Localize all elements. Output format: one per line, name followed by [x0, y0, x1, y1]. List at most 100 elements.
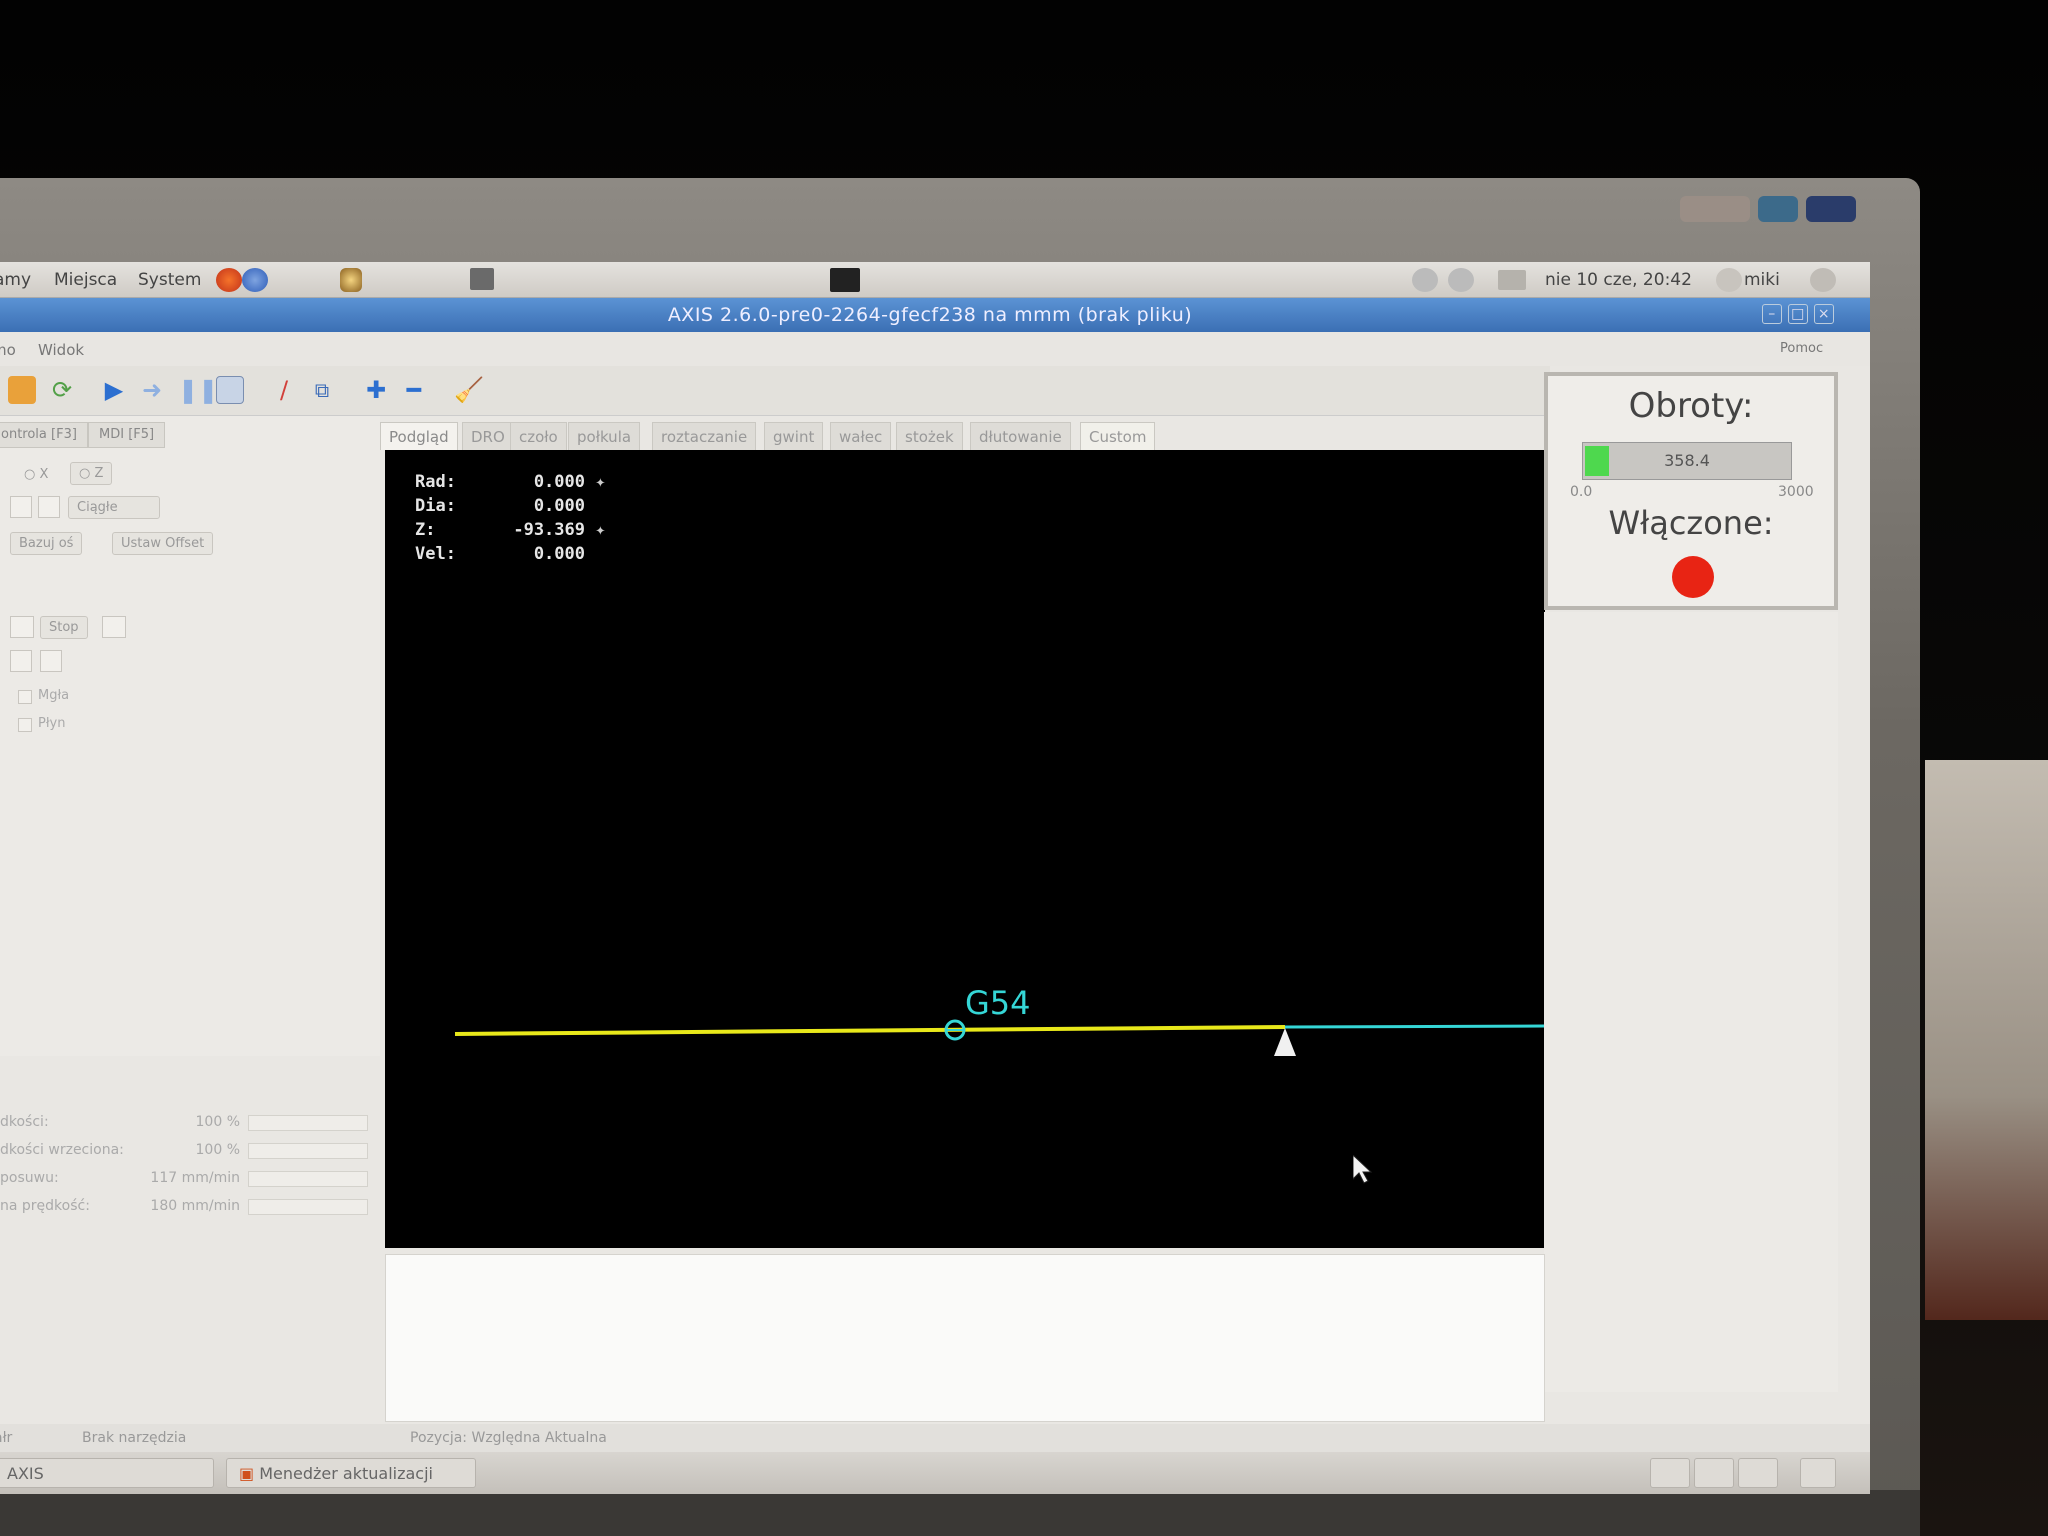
task-axis[interactable]: AXIS [0, 1458, 214, 1488]
spindle-slower-button[interactable] [10, 650, 32, 672]
override-label: na prędkość: [0, 1198, 90, 1214]
tab-cone[interactable]: stożek [896, 422, 963, 450]
spindle-reverse-icon[interactable] [10, 616, 34, 638]
maximize-icon[interactable]: □ [1788, 304, 1808, 324]
terminal-launcher-icon[interactable] [470, 268, 494, 290]
axis-x-radio[interactable]: ○ X [16, 464, 56, 485]
override-value: 180 mm/min [150, 1198, 240, 1214]
pause-icon[interactable]: ❚❚ [178, 376, 218, 404]
tab-preview[interactable]: Podgląd [380, 422, 458, 450]
workspace-switcher-2[interactable] [1694, 1458, 1734, 1488]
spindle-stop-button[interactable]: Stop [40, 616, 88, 639]
scale-min: 0.0 [1570, 484, 1593, 500]
run-icon[interactable]: ▶ [100, 376, 128, 404]
tab-custom[interactable]: Custom [1080, 422, 1156, 450]
tab-dro[interactable]: DRO [462, 422, 514, 450]
step-icon[interactable]: ➜ [138, 376, 166, 404]
menu-system[interactable]: System [138, 270, 201, 290]
firefox-icon[interactable] [216, 268, 242, 292]
zoom-in-icon[interactable]: ✚ [362, 376, 390, 404]
workspace-switcher-1[interactable] [1650, 1458, 1690, 1488]
feed-override-slider[interactable] [248, 1115, 368, 1131]
power-icon[interactable] [1810, 268, 1836, 292]
window-title-bar[interactable]: AXIS 2.6.0-pre0-2264-gfecf238 na mmm (br… [0, 298, 1870, 332]
clear-backplot-icon[interactable]: 🧹 [454, 376, 484, 404]
minimize-icon[interactable]: – [1762, 304, 1782, 324]
clock[interactable]: nie 10 cze, 20:42 [1545, 270, 1692, 290]
network-icon[interactable] [1412, 268, 1438, 292]
status-machine: ałr [0, 1430, 13, 1446]
menu-places[interactable]: Miejsca [54, 270, 117, 290]
axis-z-radio[interactable]: ○ Z [70, 462, 113, 485]
mouse-pointer-icon [1353, 1155, 1373, 1184]
spindle-forward-icon[interactable] [102, 616, 126, 638]
trash-icon[interactable] [1800, 1458, 1836, 1488]
override-label: dkości wrzeciona: [0, 1142, 124, 1158]
browser-icon[interactable] [242, 268, 268, 292]
max-velocity-slider[interactable] [248, 1199, 368, 1215]
mist-checkbox[interactable] [18, 690, 32, 704]
mist-label: Mgła [38, 688, 70, 703]
spindle-on-led-icon [1672, 556, 1714, 598]
block-delete-icon[interactable]: / [270, 376, 298, 404]
jog-speed-slider[interactable] [248, 1171, 368, 1187]
spindle-override-slider[interactable] [248, 1143, 368, 1159]
task-update-manager[interactable]: ▣ Menedżer aktualizacji [226, 1458, 476, 1488]
menu-applications[interactable]: amy [0, 270, 31, 290]
workspace-switcher-3[interactable] [1738, 1458, 1778, 1488]
home-axis-button[interactable]: Bazuj oś [10, 532, 83, 555]
background-object [1925, 760, 2048, 1320]
screen: amy Miejsca System nie 10 cze, 20:42 mik… [0, 262, 1870, 1494]
scale-max: 3000 [1778, 484, 1814, 500]
penguin-launcher-icon[interactable] [340, 268, 362, 292]
override-label: dkości: [0, 1114, 49, 1130]
user-icon [1716, 268, 1742, 292]
spindle-override-row: dkości wrzeciona: 100 % [0, 1140, 380, 1164]
tab-manual-control[interactable]: ontrola [F3] [0, 422, 88, 448]
preview-canvas[interactable]: Rad: 0.000 ✦ Dia: 0.000 Z: -93.369 ✦ Vel: 0.… [385, 450, 1545, 1248]
spindle-faster-button[interactable] [40, 650, 62, 672]
display-icon[interactable] [830, 268, 860, 292]
optional-stop-icon[interactable]: ⧉ [308, 376, 336, 404]
tab-thread[interactable]: gwint [764, 422, 824, 450]
jog-speed-row: posuwu: 117 mm/min [0, 1168, 380, 1192]
tab-facing[interactable]: czoło [510, 422, 567, 450]
open-file-icon[interactable] [8, 376, 36, 404]
user-name[interactable]: miki [1744, 270, 1780, 290]
right-panel-area [1544, 612, 1838, 1392]
window-title: AXIS 2.6.0-pre0-2264-gfecf238 na mmm (br… [667, 304, 1193, 326]
backplot-line [1284, 1024, 1545, 1029]
jog-increment-select[interactable]: Ciągłe [68, 496, 160, 519]
tab-hemisphere[interactable]: połkula [568, 422, 641, 450]
menu-help[interactable]: Pomoc [1780, 341, 1823, 356]
zoom-out-icon[interactable]: ━ [400, 376, 428, 404]
jog-plus-button[interactable] [38, 496, 60, 518]
set-offset-button[interactable]: Ustaw Offset [112, 532, 214, 555]
machine-limit-line [454, 1025, 1286, 1036]
menu-view[interactable]: Widok [38, 341, 84, 359]
tool-cone-icon [1274, 1028, 1296, 1056]
toolbar: ⟳ ▶ ➜ ❚❚ / ⧉ ✚ ━ 🧹 [0, 366, 1550, 416]
tab-slotting[interactable]: dłutowanie [970, 422, 1071, 450]
bezel-button-icon [1680, 196, 1750, 222]
override-sliders: dkości: 100 % dkości wrzeciona: 100 % po… [0, 1112, 380, 1242]
flood-checkbox[interactable] [18, 718, 32, 732]
mail-icon[interactable] [1498, 270, 1526, 290]
menu-file[interactable]: mo [0, 341, 16, 359]
spindle-speed-bar: 358.4 [1582, 442, 1792, 480]
photo-scene: amy Miejsca System nie 10 cze, 20:42 mik… [0, 0, 2048, 1536]
spindle-speed-label: Obroty: [1628, 386, 1754, 426]
reload-icon[interactable]: ⟳ [48, 376, 76, 404]
override-value: 100 % [195, 1114, 240, 1130]
tab-boring[interactable]: roztaczanie [652, 422, 757, 450]
spindle-speed-value: 358.4 [1664, 451, 1710, 470]
jog-minus-button[interactable] [10, 496, 32, 518]
gcode-text-area[interactable] [385, 1254, 1545, 1422]
tab-mdi[interactable]: MDI [F5] [88, 422, 166, 448]
gnome-top-panel: amy Miejsca System nie 10 cze, 20:42 mik… [0, 262, 1870, 298]
tab-cylinder[interactable]: wałec [830, 422, 892, 450]
close-icon[interactable]: × [1814, 304, 1834, 324]
stop-icon[interactable] [216, 376, 244, 404]
volume-icon[interactable] [1448, 268, 1474, 292]
override-value: 117 mm/min [150, 1170, 240, 1186]
